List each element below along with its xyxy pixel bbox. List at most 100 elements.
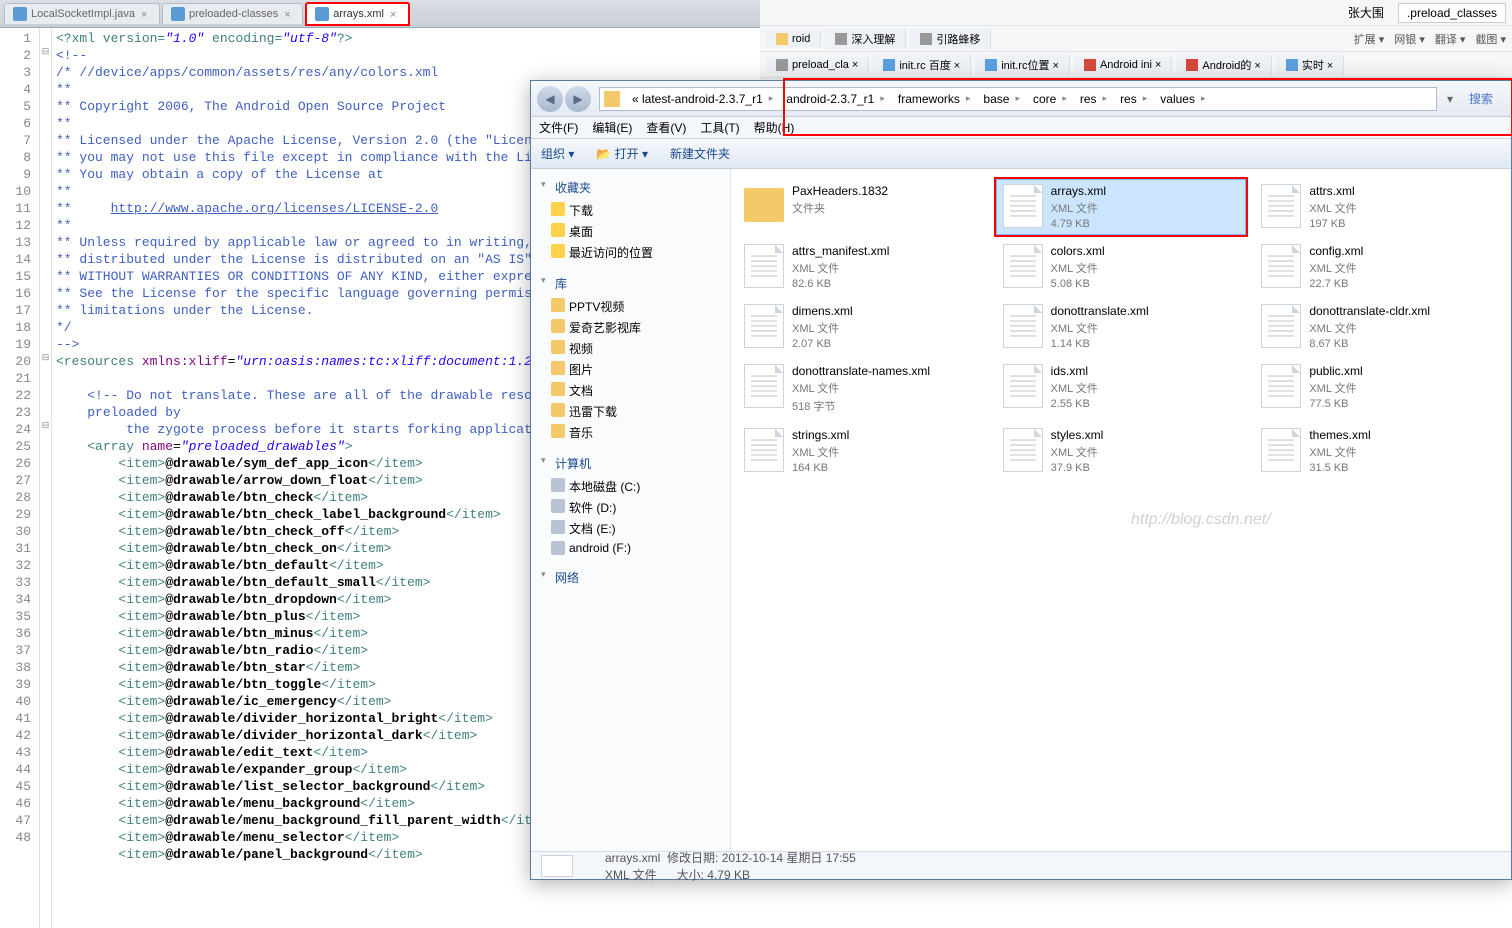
status-date: 2012-10-14 星期日 17:55 — [722, 851, 856, 865]
bookmark[interactable]: 引路蜂移 — [910, 29, 991, 49]
file-name: donottranslate-cldr.xml — [1309, 304, 1430, 318]
bookmark[interactable]: 深入理解 — [825, 29, 906, 49]
file-item[interactable]: colors.xmlXML 文件5.08 KB — [996, 239, 1247, 295]
file-type: XML 文件 — [1051, 444, 1104, 460]
sidebar-item[interactable]: 文档 (E:) — [535, 518, 726, 539]
sidebar-heading[interactable]: 库 — [535, 273, 726, 296]
editor-tab[interactable]: preloaded-classes× — [162, 3, 303, 24]
file-item[interactable]: styles.xmlXML 文件37.9 KB — [996, 423, 1247, 479]
file-name: attrs.xml — [1309, 184, 1356, 198]
breadcrumb-segment[interactable]: « latest-android-2.3.7_r1 — [626, 92, 780, 106]
sidebar-heading[interactable]: 收藏夹 — [535, 177, 726, 200]
file-item[interactable]: arrays.xmlXML 文件4.79 KB — [996, 179, 1247, 235]
file-size: 164 KB — [792, 462, 849, 474]
doc-icon — [744, 364, 784, 408]
file-item[interactable]: PaxHeaders.1832文件夹 — [737, 179, 988, 235]
sidebar-item[interactable]: android (F:) — [535, 539, 726, 557]
file-size: 5.08 KB — [1051, 278, 1105, 290]
file-item[interactable]: donottranslate-names.xmlXML 文件518 字节 — [737, 359, 988, 419]
browser-tab[interactable]: 实时 × — [1276, 55, 1344, 75]
file-item[interactable]: attrs.xmlXML 文件197 KB — [1254, 179, 1505, 235]
file-type: XML 文件 — [1309, 444, 1370, 460]
file-item[interactable]: donottranslate-cldr.xmlXML 文件8.67 KB — [1254, 299, 1505, 355]
file-name: strings.xml — [792, 428, 849, 442]
sidebar-item[interactable]: 文档 — [535, 380, 726, 401]
doc-icon — [1261, 244, 1301, 288]
close-icon[interactable]: × — [390, 9, 400, 19]
folder-icon — [744, 188, 784, 222]
sidebar-item[interactable]: PPTV视频 — [535, 296, 726, 317]
sidebar-heading[interactable]: 网络 — [535, 567, 726, 590]
bookmark[interactable]: roid — [766, 31, 821, 47]
file-item[interactable]: config.xmlXML 文件22.7 KB — [1254, 239, 1505, 295]
sidebar-item[interactable]: 最近访问的位置 — [535, 242, 726, 263]
doc-icon — [1003, 428, 1043, 472]
file-name: dimens.xml — [792, 304, 853, 318]
file-item[interactable]: public.xmlXML 文件77.5 KB — [1254, 359, 1505, 419]
sidebar-item[interactable]: 软件 (D:) — [535, 497, 726, 518]
doc-icon — [1003, 244, 1043, 288]
toolbar-button[interactable]: 新建文件夹 — [670, 145, 730, 162]
browser-tab[interactable]: init.rc位置 × — [975, 55, 1070, 75]
file-item[interactable]: donottranslate.xmlXML 文件1.14 KB — [996, 299, 1247, 355]
file-type: XML 文件 — [1309, 320, 1430, 336]
menu-item[interactable]: 文件(F) — [539, 119, 578, 136]
file-item[interactable]: ids.xmlXML 文件2.55 KB — [996, 359, 1247, 419]
sidebar-item[interactable]: 下载 — [535, 200, 726, 221]
ext-button[interactable]: 扩展 ▾ — [1354, 31, 1385, 47]
menu-item[interactable]: 工具(T) — [700, 119, 739, 136]
browser-tab[interactable]: Android的 × — [1176, 55, 1271, 75]
highlight-box — [783, 78, 1512, 136]
ext-button[interactable]: 网银 ▾ — [1394, 31, 1425, 47]
top-tab[interactable]: .preload_classes — [1398, 3, 1506, 23]
explorer-toolbar: 组织 ▾ 📂 打开 ▾ 新建文件夹 — [531, 139, 1511, 169]
browser-tab[interactable]: init.rc 百度 × — [873, 55, 971, 75]
file-size: 22.7 KB — [1309, 278, 1363, 290]
browser-tab[interactable]: Android ini × — [1074, 57, 1172, 73]
sidebar-item[interactable]: 桌面 — [535, 221, 726, 242]
file-type: 文件夹 — [792, 200, 888, 216]
file-size: 518 字节 — [792, 398, 930, 414]
editor-tab-bar: LocalSocketImpl.java×preloaded-classes×a… — [0, 0, 760, 28]
folder-icon — [604, 91, 620, 107]
sidebar-item[interactable]: 音乐 — [535, 422, 726, 443]
menu-item[interactable]: 查看(V) — [646, 119, 686, 136]
editor-tab[interactable]: LocalSocketImpl.java× — [4, 3, 160, 24]
close-icon[interactable]: × — [141, 9, 151, 19]
top-tab[interactable]: 张大围 — [1348, 4, 1384, 21]
file-size: 4.79 KB — [1051, 218, 1106, 230]
file-item[interactable]: attrs_manifest.xmlXML 文件82.6 KB — [737, 239, 988, 295]
tab-icon — [1186, 59, 1198, 71]
tab-icon — [985, 59, 997, 71]
sidebar-item[interactable]: 图片 — [535, 359, 726, 380]
file-type: XML 文件 — [1051, 260, 1105, 276]
sidebar-heading[interactable]: 计算机 — [535, 453, 726, 476]
status-type: XML 文件 — [605, 868, 657, 882]
back-button[interactable]: ◀ — [537, 86, 563, 112]
sidebar-item[interactable]: 爱奇艺影视库 — [535, 317, 726, 338]
sidebar-item[interactable]: 视频 — [535, 338, 726, 359]
toolbar-button[interactable]: 📂 打开 ▾ — [596, 145, 648, 162]
toolbar-button[interactable]: 组织 ▾ — [541, 145, 574, 162]
file-size: 31.5 KB — [1309, 462, 1370, 474]
tab-icon — [1286, 59, 1298, 71]
doc-icon — [1261, 304, 1301, 348]
file-type: XML 文件 — [792, 320, 853, 336]
file-size: 37.9 KB — [1051, 462, 1104, 474]
file-item[interactable]: dimens.xmlXML 文件2.07 KB — [737, 299, 988, 355]
fold-column[interactable]: ⊟⊟⊟ — [40, 28, 52, 928]
forward-button[interactable]: ▶ — [565, 86, 591, 112]
browser-tab[interactable]: preload_cla × — [766, 57, 869, 73]
tab-icon — [883, 59, 895, 71]
sidebar-item[interactable]: 本地磁盘 (C:) — [535, 476, 726, 497]
ext-button[interactable]: 翻译 ▾ — [1435, 31, 1466, 47]
file-item[interactable]: strings.xmlXML 文件164 KB — [737, 423, 988, 479]
file-item[interactable]: themes.xmlXML 文件31.5 KB — [1254, 423, 1505, 479]
close-icon[interactable]: × — [284, 9, 294, 19]
file-type: XML 文件 — [1051, 200, 1106, 216]
menu-item[interactable]: 编辑(E) — [592, 119, 632, 136]
ext-button[interactable]: 截图 ▾ — [1475, 31, 1506, 47]
editor-tab[interactable]: arrays.xml× — [305, 2, 410, 26]
doc-icon — [1003, 304, 1043, 348]
sidebar-item[interactable]: 迅雷下载 — [535, 401, 726, 422]
